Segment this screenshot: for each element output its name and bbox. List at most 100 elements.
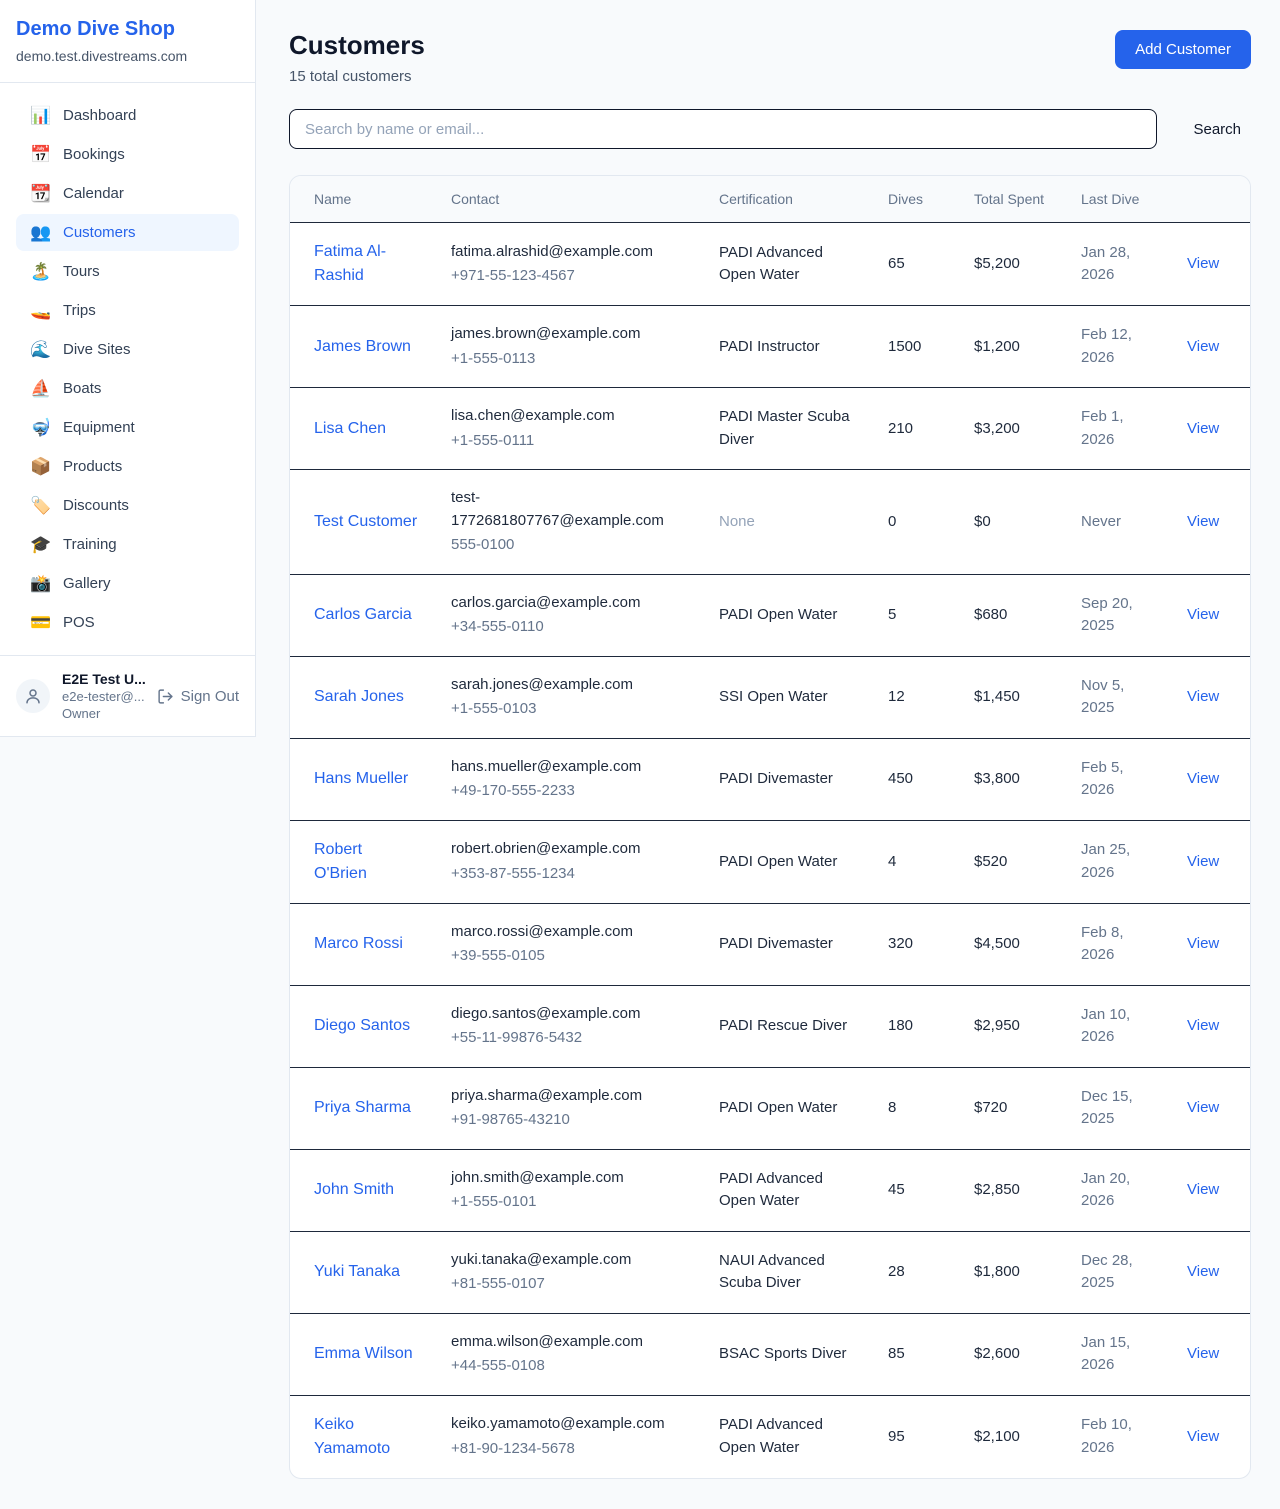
customer-phone: +1-555-0111 xyxy=(451,430,687,453)
view-customer-link[interactable]: View xyxy=(1187,420,1219,437)
customer-phone: +44-555-0108 xyxy=(451,1355,687,1378)
customer-name-link[interactable]: Fatima Al-Rashid xyxy=(314,243,386,284)
view-customer-link[interactable]: View xyxy=(1187,513,1219,530)
customer-last-dive: Feb 8, 2026 xyxy=(1081,924,1124,964)
search-button[interactable]: Search xyxy=(1183,115,1251,144)
people-icon: 👥 xyxy=(30,224,50,241)
customer-last-dive: Sep 20, 2025 xyxy=(1081,595,1133,635)
view-customer-link[interactable]: View xyxy=(1187,770,1219,787)
customer-last-dive: Jan 25, 2026 xyxy=(1081,841,1130,881)
customer-last-dive: Feb 12, 2026 xyxy=(1081,326,1132,366)
table-row: Lisa Chen lisa.chen@example.com +1-555-0… xyxy=(290,388,1251,470)
view-customer-link[interactable]: View xyxy=(1187,606,1219,623)
sidebar-item-label: Dashboard xyxy=(63,107,136,124)
view-customer-link[interactable]: View xyxy=(1187,1428,1219,1445)
sidebar-item-gallery[interactable]: 📸 Gallery xyxy=(16,565,239,602)
customer-name-link[interactable]: Test Customer xyxy=(314,513,417,530)
view-customer-link[interactable]: View xyxy=(1187,338,1219,355)
sidebar-item-equipment[interactable]: 🤿 Equipment xyxy=(16,409,239,446)
customer-total-spent: $4,500 xyxy=(974,935,1020,952)
customer-name-link[interactable]: Yuki Tanaka xyxy=(314,1263,400,1280)
customer-last-dive: Dec 15, 2025 xyxy=(1081,1088,1133,1128)
sidebar-item-calendar[interactable]: 📆 Calendar xyxy=(16,175,239,212)
view-customer-link[interactable]: View xyxy=(1187,1345,1219,1362)
customer-name-link[interactable]: Keiko Yamamoto xyxy=(314,1416,390,1457)
customer-name-link[interactable]: Robert O'Brien xyxy=(314,841,367,882)
view-customer-link[interactable]: View xyxy=(1187,255,1219,272)
column-header: Certification xyxy=(703,176,872,223)
sidebar: Demo Dive Shop demo.test.divestreams.com… xyxy=(0,0,256,737)
view-customer-link[interactable]: View xyxy=(1187,1099,1219,1116)
customer-dives: 28 xyxy=(888,1263,905,1280)
customer-certification: PADI Master Scuba Diver xyxy=(719,408,850,448)
column-header xyxy=(1171,176,1251,223)
sidebar-item-label: Calendar xyxy=(63,185,124,202)
customer-name-link[interactable]: John Smith xyxy=(314,1181,394,1198)
calendar-date-icon: 📅 xyxy=(30,146,50,163)
table-row: Sarah Jones sarah.jones@example.com +1-5… xyxy=(290,656,1251,738)
customer-email: yuki.tanaka@example.com xyxy=(451,1249,687,1272)
customer-email: lisa.chen@example.com xyxy=(451,405,687,428)
customer-name-link[interactable]: Emma Wilson xyxy=(314,1345,413,1362)
view-customer-link[interactable]: View xyxy=(1187,1181,1219,1198)
customer-total-spent: $1,200 xyxy=(974,338,1020,355)
sidebar-item-dashboard[interactable]: 📊 Dashboard xyxy=(16,97,239,134)
wave-icon: 🌊 xyxy=(30,341,50,358)
view-customer-link[interactable]: View xyxy=(1187,688,1219,705)
column-header: Dives xyxy=(872,176,958,223)
search-input[interactable] xyxy=(289,109,1157,149)
add-customer-button[interactable]: Add Customer xyxy=(1115,30,1251,69)
customer-name-link[interactable]: James Brown xyxy=(314,338,411,355)
view-customer-link[interactable]: View xyxy=(1187,1017,1219,1034)
view-customer-link[interactable]: View xyxy=(1187,935,1219,952)
customer-email: james.brown@example.com xyxy=(451,323,687,346)
sidebar-item-label: Trips xyxy=(63,302,96,319)
sidebar-item-label: Bookings xyxy=(63,146,125,163)
customer-phone: +1-555-0101 xyxy=(451,1191,687,1214)
customer-last-dive: Jan 28, 2026 xyxy=(1081,244,1130,284)
customer-total-spent: $3,200 xyxy=(974,420,1020,437)
customer-last-dive: Jan 15, 2026 xyxy=(1081,1334,1130,1374)
sidebar-item-pos[interactable]: 💳 POS xyxy=(16,604,239,641)
customer-email: keiko.yamamoto@example.com xyxy=(451,1413,687,1436)
customer-name-link[interactable]: Sarah Jones xyxy=(314,688,404,705)
table-row: James Brown james.brown@example.com +1-5… xyxy=(290,306,1251,388)
customer-name-link[interactable]: Hans Mueller xyxy=(314,770,408,787)
customer-certification: PADI Divemaster xyxy=(719,935,833,952)
customer-phone: +81-555-0107 xyxy=(451,1273,687,1296)
island-icon: 🏝️ xyxy=(30,263,50,280)
sidebar-item-customers[interactable]: 👥 Customers xyxy=(16,214,239,251)
view-customer-link[interactable]: View xyxy=(1187,853,1219,870)
sidebar-item-discounts[interactable]: 🏷️ Discounts xyxy=(16,487,239,524)
customer-dives: 4 xyxy=(888,853,896,870)
customer-name-link[interactable]: Lisa Chen xyxy=(314,420,386,437)
customer-total-spent: $5,200 xyxy=(974,255,1020,272)
customer-phone: +91-98765-43210 xyxy=(451,1109,687,1132)
customer-total-spent: $720 xyxy=(974,1099,1007,1116)
sidebar-item-training[interactable]: 🎓 Training xyxy=(16,526,239,563)
customer-phone: +39-555-0105 xyxy=(451,945,687,968)
customer-dives: 8 xyxy=(888,1099,896,1116)
sidebar-item-boats[interactable]: ⛵ Boats xyxy=(16,370,239,407)
sign-out-button[interactable]: Sign Out xyxy=(157,688,239,705)
view-customer-link[interactable]: View xyxy=(1187,1263,1219,1280)
customer-name-link[interactable]: Diego Santos xyxy=(314,1017,410,1034)
column-header: Total Spent xyxy=(958,176,1065,223)
sidebar-item-tours[interactable]: 🏝️ Tours xyxy=(16,253,239,290)
sidebar-nav: 📊 Dashboard 📅 Bookings 📆 Calendar 👥 Cust… xyxy=(0,83,255,655)
user-name: E2E Test U... xyxy=(62,671,145,687)
customer-name-link[interactable]: Marco Rossi xyxy=(314,935,403,952)
table-row: John Smith john.smith@example.com +1-555… xyxy=(290,1149,1251,1231)
sidebar-item-products[interactable]: 📦 Products xyxy=(16,448,239,485)
sidebar-item-trips[interactable]: 🚤 Trips xyxy=(16,292,239,329)
customer-phone: +55-11-99876-5432 xyxy=(451,1027,687,1050)
sidebar-item-dive-sites[interactable]: 🌊 Dive Sites xyxy=(16,331,239,368)
customer-total-spent: $3,800 xyxy=(974,770,1020,787)
column-header: Name xyxy=(290,176,435,223)
sidebar-item-bookings[interactable]: 📅 Bookings xyxy=(16,136,239,173)
customer-phone: +34-555-0110 xyxy=(451,616,687,639)
customer-name-link[interactable]: Carlos Garcia xyxy=(314,606,412,623)
table-row: Diego Santos diego.santos@example.com +5… xyxy=(290,985,1251,1067)
customer-name-link[interactable]: Priya Sharma xyxy=(314,1099,411,1116)
user-role: Owner xyxy=(62,706,145,721)
